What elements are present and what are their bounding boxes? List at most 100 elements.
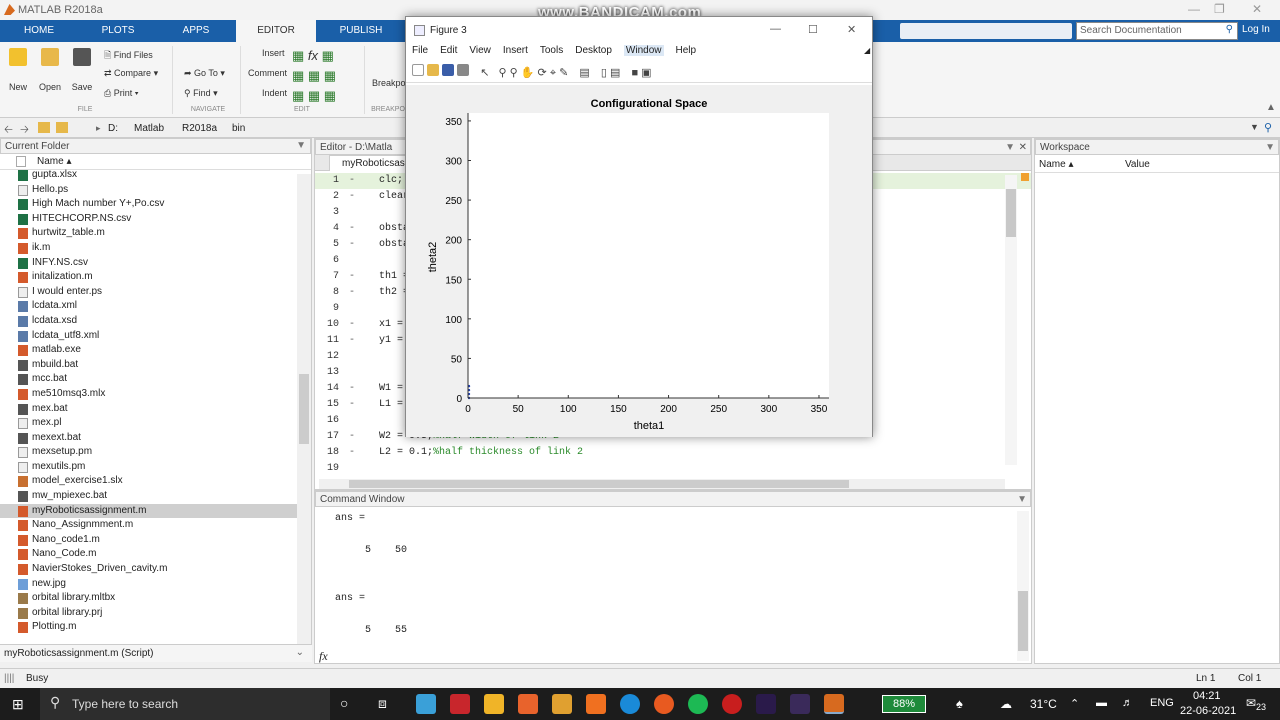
tab-plots[interactable]: PLOTS — [80, 20, 156, 42]
insert-button[interactable]: Insert — [262, 48, 285, 58]
file-item[interactable]: mcc.bat — [0, 372, 311, 387]
file-item[interactable]: mexext.bat — [0, 431, 311, 446]
record-icon[interactable] — [722, 694, 742, 714]
app-icon-orange[interactable] — [552, 694, 572, 714]
menu-edit[interactable]: Edit — [440, 45, 457, 56]
temperature[interactable]: 31°C — [1030, 697, 1057, 711]
breakpoint-gutter[interactable]: - — [339, 397, 379, 413]
new-button[interactable]: New — [6, 48, 30, 92]
brush-icon[interactable]: ✎ — [559, 67, 568, 79]
breakpoint-gutter[interactable]: - — [339, 237, 379, 253]
up-folder-icon[interactable] — [38, 122, 50, 133]
file-item[interactable]: orbital library.mltbx — [0, 591, 311, 606]
app-icon-c[interactable] — [518, 694, 538, 714]
tab-publish[interactable]: PUBLISH — [320, 20, 402, 42]
tab-apps[interactable]: APPS — [160, 20, 232, 42]
cortana-icon[interactable]: ○ — [340, 695, 348, 711]
app-icon-l[interactable] — [416, 694, 436, 714]
editor-menu-icon[interactable]: ▼ — [1005, 142, 1015, 153]
after-effects-icon[interactable] — [756, 694, 776, 714]
taskbar-search-box[interactable]: ⚲ Type here to search — [40, 688, 330, 720]
find-files-button[interactable]: 🗎 Find Files — [104, 48, 153, 64]
breakpoint-gutter[interactable]: - — [339, 429, 379, 445]
file-item[interactable]: Nano_Code.m — [0, 547, 311, 562]
file-item[interactable]: Nano_code1.m — [0, 533, 311, 548]
save-button[interactable]: Save — [70, 48, 94, 92]
restore-icon[interactable]: ❐ — [1214, 2, 1225, 16]
file-item[interactable]: Hello.ps — [0, 183, 311, 198]
print-button[interactable]: ⎙ Print ▾ — [104, 88, 139, 99]
print-figure-icon[interactable] — [457, 64, 470, 76]
new-figure-icon[interactable] — [412, 64, 424, 76]
indent-button[interactable]: Indent — [262, 88, 287, 98]
scrollbar-thumb[interactable] — [299, 374, 309, 444]
workspace-name-column[interactable]: Name ▴ — [1039, 159, 1074, 170]
search-folder-icon[interactable]: ⚲ — [1264, 121, 1272, 134]
menu-tools[interactable]: Tools — [540, 45, 563, 56]
file-item[interactable]: mex.pl — [0, 416, 311, 431]
tab-home[interactable]: HOME — [4, 20, 74, 42]
file-item[interactable]: new.jpg — [0, 577, 311, 592]
workspace-value-column[interactable]: Value — [1125, 159, 1150, 170]
file-item[interactable]: mexsetup.pm — [0, 445, 311, 460]
windows-start-icon[interactable]: ⊞ — [12, 696, 24, 713]
file-item[interactable]: I would enter.ps — [0, 285, 311, 300]
show-plot-tools-icon[interactable]: ▣ — [641, 67, 651, 79]
edit-tools[interactable]: ▦ fx ▦ ▦ ▦ ▦ ▦ ▦ ▦ — [292, 46, 358, 103]
breakpoint-gutter[interactable]: - — [339, 317, 379, 333]
file-item[interactable]: HITECHCORP.NS.csv — [0, 212, 311, 227]
volume-icon[interactable]: ♬ — [1122, 697, 1133, 709]
configurational-space-chart[interactable]: Configurational Space 0 50 100 150 200 250 300… — [406, 85, 872, 437]
editor-hscrollbar[interactable] — [319, 479, 1005, 489]
file-list-scrollbar[interactable] — [297, 174, 311, 644]
hide-plot-tools-icon[interactable]: ■ — [631, 67, 638, 79]
open-button[interactable]: Open — [38, 48, 62, 92]
notification-icon[interactable]: ✉ — [1246, 696, 1256, 710]
file-item[interactable]: INFY.NS.csv — [0, 256, 311, 271]
pointer-icon[interactable]: ↖ — [480, 67, 489, 79]
file-item[interactable]: lcdata.xml — [0, 299, 311, 314]
open-file-icon[interactable] — [427, 64, 440, 76]
file-item[interactable]: mex.bat — [0, 402, 311, 417]
breakpoint-gutter[interactable]: - — [339, 285, 379, 301]
file-item[interactable]: ik.m — [0, 241, 311, 256]
legend-icon[interactable]: ▤ — [610, 67, 620, 79]
link-plot-icon[interactable]: ▤ — [579, 67, 589, 79]
compare-button[interactable]: ⇄ Compare ▾ — [104, 68, 158, 79]
figure-minimize-icon[interactable]: — — [770, 23, 781, 35]
search-input[interactable]: Search Documentation ⚲ — [1076, 22, 1238, 40]
file-item[interactable]: NavierStokes_Driven_cavity.m — [0, 562, 311, 577]
go-to-button[interactable]: ➦ Go To ▾ — [184, 68, 225, 79]
minimize-icon[interactable]: — — [1188, 2, 1200, 16]
comment-button[interactable]: Comment — [248, 68, 287, 78]
show-hidden-icons[interactable]: ⌃ — [1070, 697, 1079, 710]
file-item[interactable]: model_exercise1.slx — [0, 474, 311, 489]
file-item[interactable]: mexutils.pm — [0, 460, 311, 475]
find-button[interactable]: ⚲ Find ▾ — [184, 88, 218, 99]
data-cursor-icon[interactable]: ⌖ — [550, 67, 556, 79]
people-icon[interactable]: ♠ — [956, 696, 963, 711]
file-details-bar[interactable]: myRoboticsassignment.m (Script) ⌄ — [0, 644, 312, 662]
save-figure-icon[interactable] — [442, 64, 455, 76]
code-line[interactable]: 19 — [315, 461, 1031, 471]
menu-help[interactable]: Help — [676, 45, 697, 56]
breakpoint-gutter[interactable]: - — [339, 173, 379, 189]
menu-insert[interactable]: Insert — [503, 45, 528, 56]
clock-time[interactable]: 04:21 — [1193, 690, 1221, 702]
collapse-ribbon-icon[interactable]: ▲ — [1266, 102, 1276, 113]
battery-indicator[interactable]: 88% — [882, 695, 926, 713]
mcafee-icon[interactable] — [450, 694, 470, 714]
path-r2018a[interactable]: R2018a — [182, 123, 217, 134]
file-item[interactable]: initalization.m — [0, 270, 311, 285]
editor-vscrollbar[interactable] — [1005, 175, 1017, 465]
file-item[interactable]: lcdata.xsd — [0, 314, 311, 329]
path-bin[interactable]: bin — [232, 123, 245, 134]
menu-window[interactable]: Window — [623, 45, 664, 56]
weather-icon[interactable]: ☁ — [1000, 697, 1012, 711]
file-item[interactable]: gupta.xlsx — [0, 168, 311, 183]
browse-folder-icon[interactable] — [56, 122, 68, 133]
breakpoint-gutter[interactable]: - — [339, 333, 379, 349]
close-icon[interactable]: ✕ — [1252, 2, 1262, 16]
vlc-icon[interactable] — [586, 694, 606, 714]
breakpoint-gutter[interactable]: - — [339, 269, 379, 285]
